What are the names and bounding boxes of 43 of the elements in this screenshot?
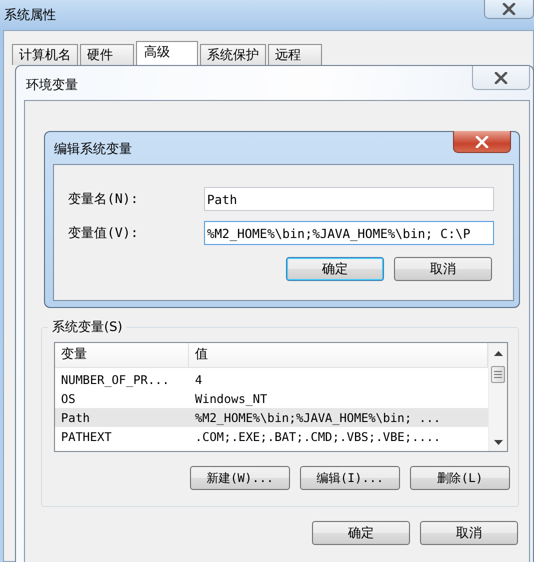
- list-row[interactable]: OS Windows_NT: [55, 389, 488, 408]
- input-field[interactable]: Path: [204, 187, 494, 211]
- close-button[interactable]: [453, 131, 511, 153]
- window-title: 编辑系统变量: [54, 141, 132, 158]
- field-label: 变量名(N):: [68, 191, 140, 208]
- tab[interactable]: 硬件: [80, 44, 134, 65]
- close-button[interactable]: [472, 66, 530, 90]
- table-cell-text: .COM;.EXE;.BAT;.CMD;.VBS;.VBE;....: [194, 430, 442, 444]
- table-cell-text: NUMBER_OF_PR...: [60, 372, 170, 386]
- button[interactable]: 取消: [394, 257, 492, 281]
- button[interactable]: 确定: [286, 257, 384, 281]
- list-row[interactable]: PATHEXT .COM;.EXE;.BAT;.CMD;.VBS;.VBE;....: [55, 427, 488, 446]
- table-cell-text: Path: [60, 410, 91, 424]
- scrollbar[interactable]: [488, 343, 507, 451]
- table-cell-text: 4: [194, 372, 204, 386]
- up-arrow-icon[interactable]: [494, 351, 502, 356]
- table-cell-text: PATHEXT: [60, 430, 113, 444]
- tab[interactable]: 计算机名: [12, 44, 78, 65]
- scroll-thumb[interactable]: [491, 366, 505, 383]
- button[interactable]: 取消: [420, 521, 518, 545]
- column-header[interactable]: 变量: [55, 343, 189, 367]
- group-label: 系统变量(S): [51, 319, 124, 336]
- tab[interactable]: 系统保护: [200, 44, 266, 65]
- tab[interactable]: 高级: [136, 41, 198, 65]
- window-title: 系统属性: [4, 7, 56, 24]
- tab[interactable]: 远程: [268, 44, 322, 65]
- window-title: 环境变量: [26, 77, 78, 94]
- list-row[interactable]: Path %M2_HOME%\bin;%JAVA_HOME%\bin; ...: [55, 408, 488, 427]
- table-cell-text: %M2_HOME%\bin;%JAVA_HOME%\bin; ...: [194, 410, 442, 424]
- button[interactable]: 新建(W)...: [190, 466, 290, 490]
- table-cell-text: Windows_NT: [194, 392, 268, 406]
- button[interactable]: 删除(L): [410, 466, 510, 490]
- input-field[interactable]: %M2_HOME%\bin;%JAVA_HOME%\bin; C:\P: [204, 221, 494, 245]
- down-arrow-icon[interactable]: [494, 440, 502, 445]
- button[interactable]: 确定: [312, 521, 410, 545]
- field-label: 变量值(V):: [68, 225, 140, 242]
- close-icon: [494, 72, 508, 84]
- close-icon: [502, 2, 516, 14]
- button[interactable]: 编辑(I)...: [300, 466, 400, 490]
- table-cell-text: OS: [60, 392, 76, 406]
- close-button[interactable]: [484, 0, 534, 19]
- close-icon: [475, 136, 489, 148]
- list-row[interactable]: NUMBER_OF_PR... 4: [55, 370, 488, 389]
